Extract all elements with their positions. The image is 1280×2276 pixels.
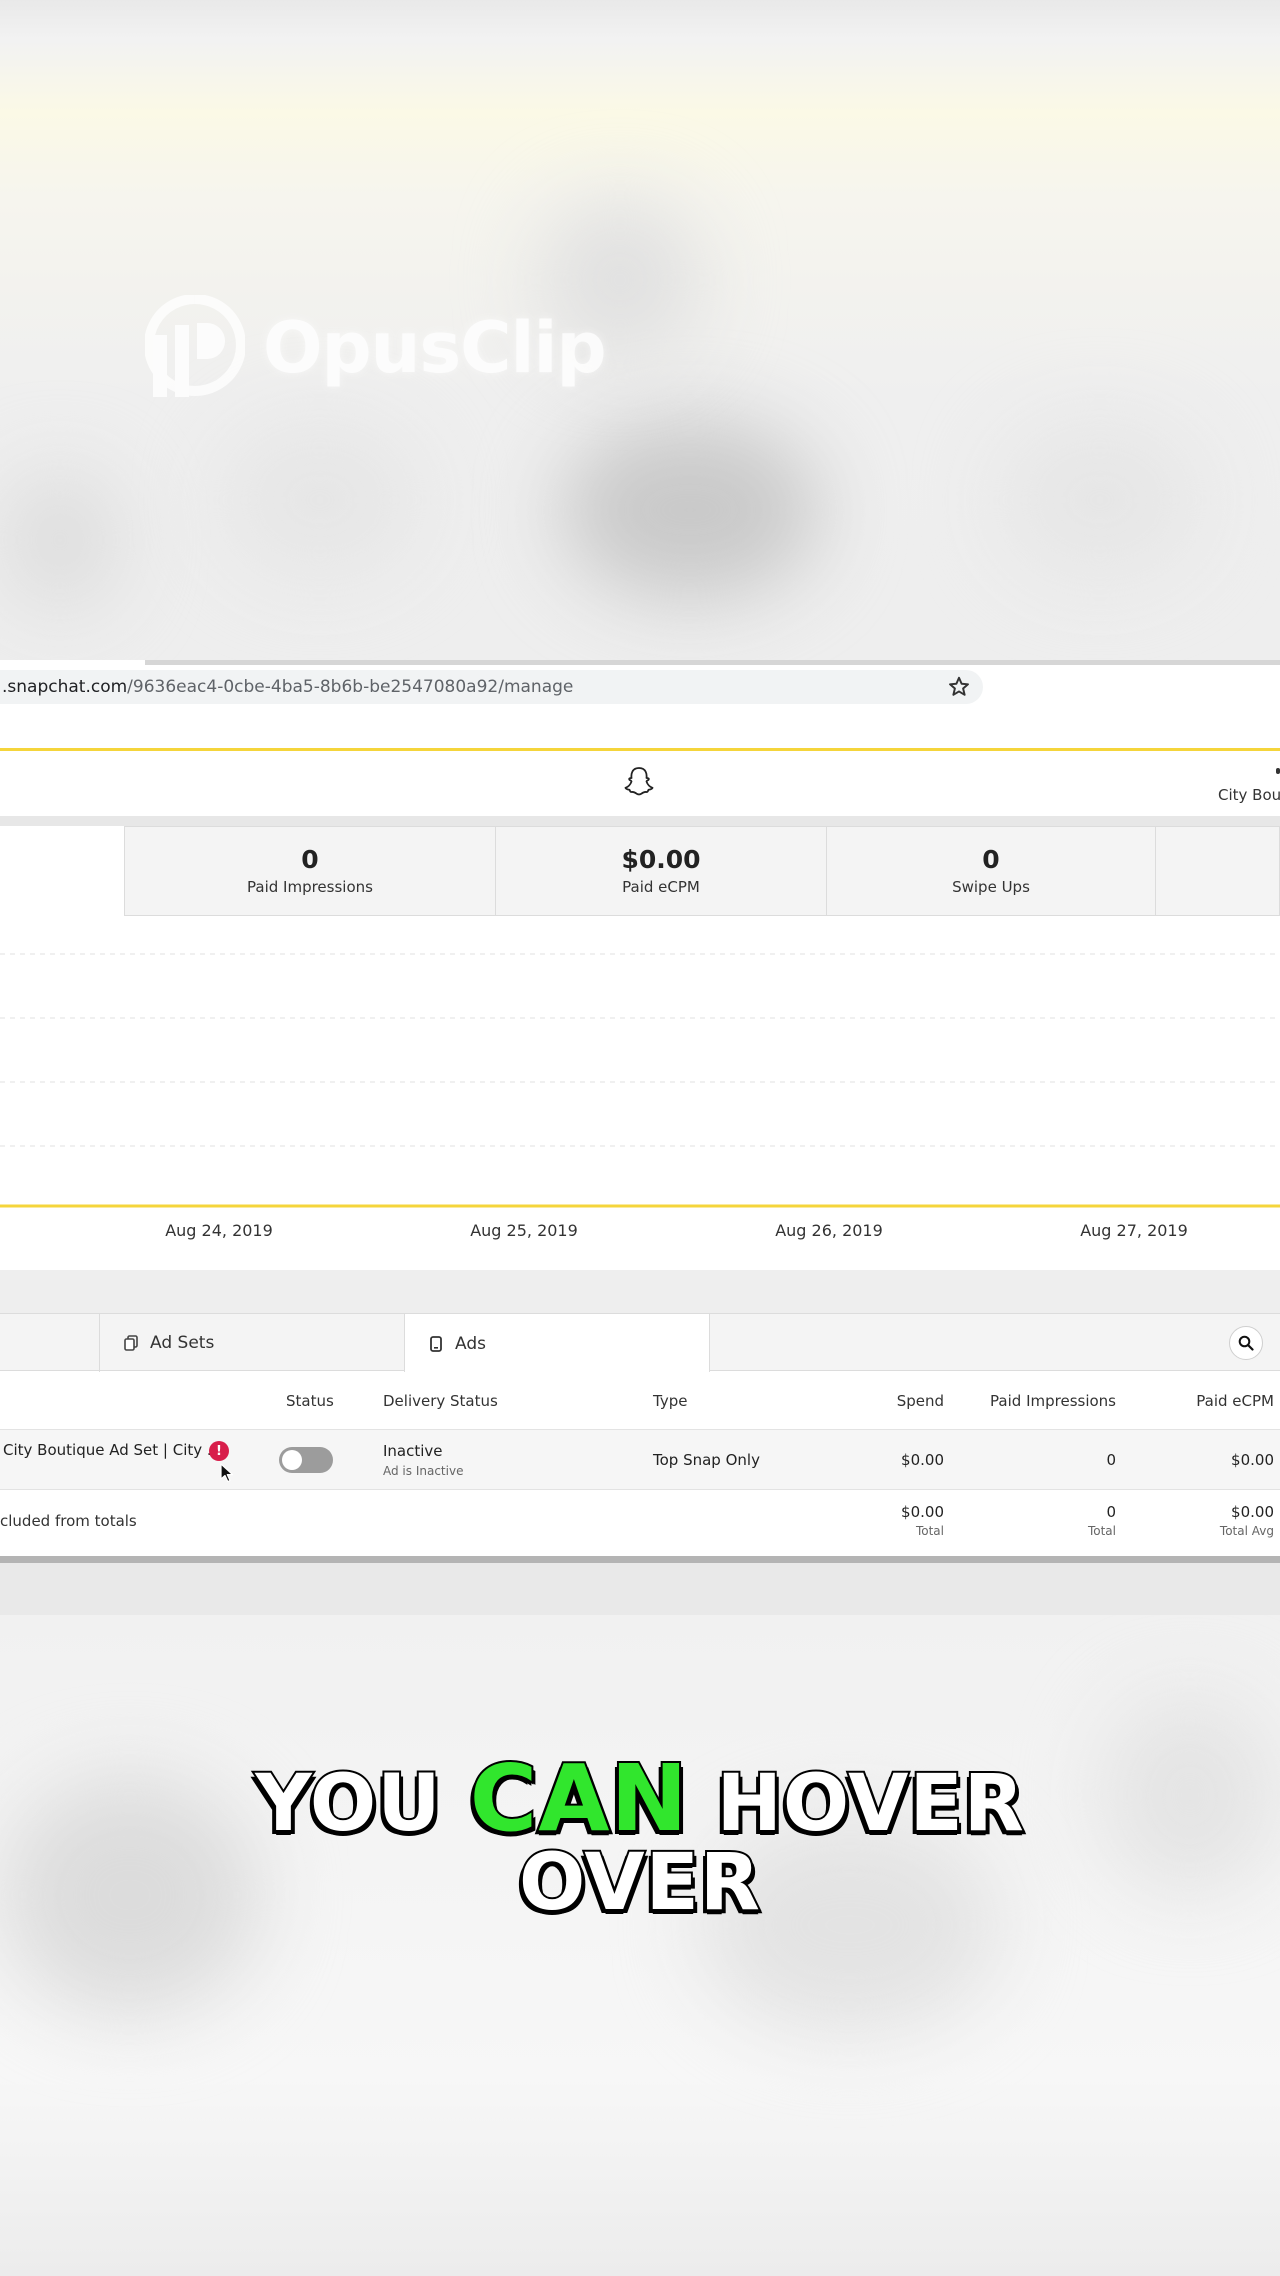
alert-icon[interactable]: !: [209, 1441, 229, 1461]
total-paid-ecpm: $0.00: [1231, 1503, 1274, 1521]
delivery-status-sub: Ad is Inactive: [383, 1464, 464, 1478]
toggle-knob: [282, 1450, 302, 1470]
metric-value: 0: [982, 845, 1000, 875]
caption-word: OVER: [517, 1836, 762, 1930]
chart-svg: [0, 953, 1280, 1208]
tab-ad-sets[interactable]: Ad Sets: [124, 1314, 214, 1372]
column-header-status[interactable]: Status: [286, 1392, 334, 1410]
browser-toolbar: . snapchat.com/9636eac4-0cbe-4ba5-8b6b-be…: [0, 660, 1280, 748]
blur-blob: [1000, 420, 1200, 580]
metrics-summary: 0 Paid Impressions $0.00 Paid eCPM 0 Swi…: [124, 826, 1280, 916]
metric-next[interactable]: [1156, 826, 1280, 916]
ads-icon: [430, 1335, 442, 1352]
opusclip-logo-icon: [145, 295, 245, 397]
opusclip-watermark: OpusClip: [145, 295, 607, 400]
mouse-cursor-icon: [220, 1463, 234, 1483]
metric-label: Paid eCPM: [622, 877, 700, 896]
status-toggle[interactable]: [279, 1447, 333, 1473]
tab-divider: [99, 1314, 100, 1372]
caption-line-1: YOU CAN HOVER: [0, 1743, 1280, 1854]
url-host: snapchat.com: [7, 677, 128, 697]
metric-swipe-ups[interactable]: 0 Swipe Ups: [827, 826, 1156, 916]
caption-line-2: OVER: [0, 1836, 1280, 1930]
address-bar[interactable]: . snapchat.com/9636eac4-0cbe-4ba5-8b6b-be…: [0, 670, 983, 704]
opusclip-watermark-text: OpusClip: [263, 306, 607, 389]
total-paid-impressions: 0: [1106, 1503, 1116, 1521]
section-gap: [0, 1270, 1280, 1314]
blur-blob: [0, 470, 120, 610]
column-header-paid-ecpm[interactable]: Paid eCPM: [1196, 1392, 1274, 1410]
search-icon: [1238, 1335, 1254, 1351]
column-header-spend[interactable]: Spend: [897, 1392, 944, 1410]
total-spend-label: Total: [915, 1524, 944, 1538]
entity-tabs: Ad Sets Ads: [0, 1313, 1280, 1373]
metric-paid-impressions[interactable]: 0 Paid Impressions: [124, 826, 496, 916]
caption-highlight-word: CAN: [468, 1743, 690, 1854]
x-tick-label: Aug 25, 2019: [470, 1221, 578, 1240]
metric-label: Paid Impressions: [247, 877, 373, 896]
x-tick-label: Aug 26, 2019: [775, 1221, 883, 1240]
blur-blob: [560, 420, 820, 600]
tab-ads[interactable]: Ads: [404, 1314, 710, 1373]
header-shadow: [0, 816, 1280, 826]
url-path: /9636eac4-0cbe-4ba5-8b6b-be2547080a92/ma…: [127, 677, 574, 697]
spend-value: $0.00: [901, 1451, 944, 1469]
panel-bottom-rule: [0, 1556, 1280, 1563]
delivery-status-value: Inactive: [383, 1442, 443, 1460]
totals-note: cluded from totals: [0, 1512, 137, 1530]
column-header-paid-impressions[interactable]: Paid Impressions: [990, 1392, 1116, 1410]
metric-value: 0: [301, 845, 319, 875]
blur-blob: [220, 420, 420, 580]
ad-name-link[interactable]: City Boutique Ad Set | City ...: [3, 1441, 221, 1459]
paid-impressions-value: 0: [1106, 1451, 1116, 1469]
caption-word: YOU: [253, 1757, 442, 1851]
type-value: Top Snap Only: [653, 1451, 760, 1469]
account-avatar[interactable]: [1276, 768, 1280, 774]
totals-row: [0, 1490, 1280, 1556]
tab-label: Ads: [455, 1333, 486, 1354]
tab-label: Ad Sets: [150, 1333, 215, 1353]
metric-paid-ecpm[interactable]: $0.00 Paid eCPM: [496, 826, 827, 916]
table-row[interactable]: [0, 1430, 1280, 1490]
bookmark-star-icon[interactable]: [946, 674, 972, 700]
performance-chart: [0, 916, 1280, 1256]
x-tick-label: Aug 27, 2019: [1080, 1221, 1188, 1240]
column-header-type[interactable]: Type: [653, 1392, 687, 1410]
ads-table-header: Status Delivery Status Type Spend Paid I…: [0, 1372, 1280, 1430]
blurred-background-bottom: [0, 1615, 1280, 2276]
total-paid-ecpm-label: Total Avg: [1219, 1524, 1274, 1538]
x-tick-label: Aug 24, 2019: [165, 1221, 273, 1240]
total-spend: $0.00: [901, 1503, 944, 1521]
account-name[interactable]: City Bout: [1218, 786, 1280, 804]
paid-ecpm-value: $0.00: [1231, 1451, 1274, 1469]
ad-sets-icon: [124, 1335, 138, 1351]
metric-value: $0.00: [621, 845, 701, 875]
tab-strip: [145, 660, 1280, 665]
search-button[interactable]: [1229, 1326, 1263, 1360]
caption-word: HOVER: [715, 1757, 1026, 1851]
below-panel-area: [0, 1563, 1280, 1615]
total-paid-impressions-label: Total: [1087, 1524, 1116, 1538]
blurred-background-top: OpusClip: [0, 0, 1280, 660]
column-header-delivery-status[interactable]: Delivery Status: [383, 1392, 498, 1410]
snapchat-ghost-icon[interactable]: [622, 765, 656, 799]
metric-label: Swipe Ups: [952, 877, 1030, 896]
